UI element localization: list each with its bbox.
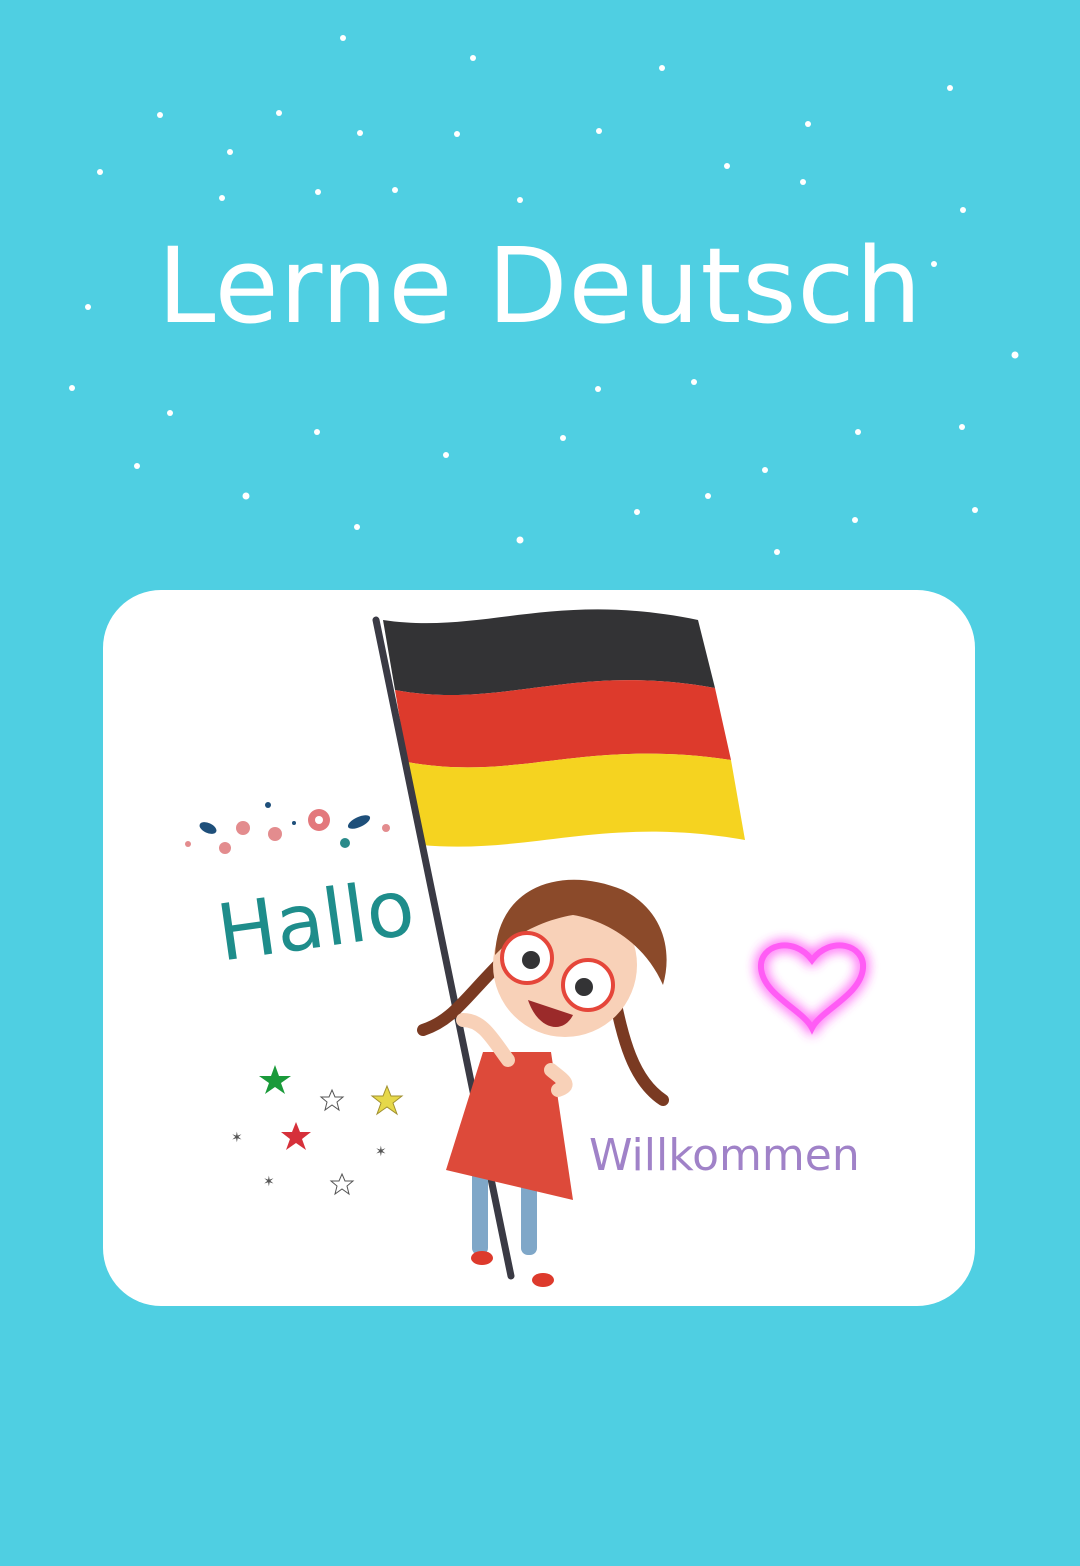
stars-icon: ✶ ✶ ✶ <box>231 1065 404 1196</box>
svg-text:✶: ✶ <box>375 1144 387 1160</box>
flowers-icon <box>185 802 390 854</box>
svg-text:✶: ✶ <box>231 1130 243 1146</box>
illustration-card: ✶ ✶ ✶ Hallo Willkommen <box>103 590 975 1306</box>
heart-icon <box>758 942 866 1035</box>
svg-text:✶: ✶ <box>263 1174 275 1190</box>
welcome-text: Willkommen <box>589 1130 860 1181</box>
page-title: Lerne Deutsch <box>157 225 923 347</box>
girl-illustration <box>417 879 669 1287</box>
